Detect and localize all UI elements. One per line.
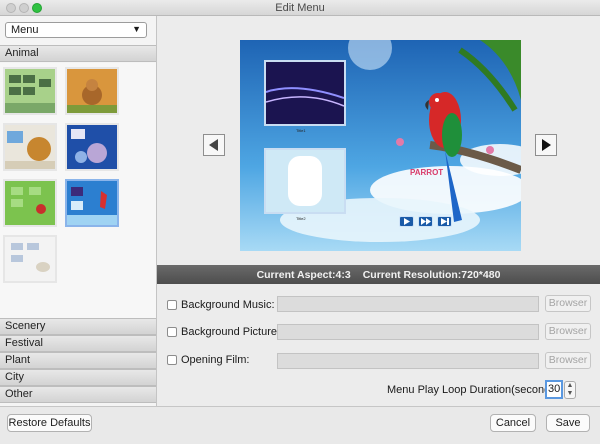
next-template-button[interactable]: [535, 134, 557, 156]
chapter-preview-image: [266, 150, 344, 212]
background-music-browse-button[interactable]: Browser: [545, 295, 591, 312]
opening-film-row: Opening Film:: [167, 352, 249, 368]
cancel-button[interactable]: Cancel: [490, 414, 536, 432]
template-preview-image: [67, 181, 117, 225]
save-button[interactable]: Save: [546, 414, 590, 432]
chapter-caption-2: Title2: [296, 216, 306, 221]
chapter-thumbnail-1[interactable]: [264, 60, 346, 126]
aspect-resolution-bar: Current Aspect:4:3 Current Resolution:72…: [157, 265, 600, 284]
template-thumbnail[interactable]: [3, 123, 57, 171]
category-other[interactable]: Other: [0, 386, 156, 403]
chapter-preview-image: [265, 62, 345, 124]
arrow-left-icon: [209, 139, 218, 151]
template-thumbnail[interactable]: [65, 123, 119, 171]
background-picture-browse-button[interactable]: Browser: [545, 323, 591, 340]
opening-film-checkbox[interactable]: [167, 355, 177, 365]
menu-options-panel: Background Music: Browser Background Pic…: [157, 284, 600, 406]
category-animal[interactable]: Animal: [0, 45, 156, 62]
background-picture-row: Background Picture:: [167, 324, 280, 340]
template-thumbnail[interactable]: [3, 67, 57, 115]
template-preview-image: [67, 125, 117, 169]
background-music-checkbox[interactable]: [167, 300, 177, 310]
background-picture-label: Background Picture:: [181, 326, 281, 338]
dropdown-arrow-icon: ▼: [132, 24, 141, 34]
background-music-path-field: [277, 296, 539, 312]
background-music-row: Background Music:: [167, 297, 275, 313]
loop-duration-label: Menu Play Loop Duration(seconds):: [387, 384, 563, 396]
current-resolution: Current Resolution:720*480: [362, 268, 501, 281]
opening-film-browse-button[interactable]: Browser: [545, 352, 591, 369]
stepper-up-icon[interactable]: ▲: [565, 382, 575, 390]
template-thumbnail-grid: [0, 63, 156, 318]
template-preview-image: [5, 69, 55, 113]
title-bar: Edit Menu: [0, 0, 600, 16]
chapter-thumbnail-2[interactable]: [264, 148, 346, 214]
category-festival[interactable]: Festival: [0, 335, 156, 352]
template-preview-image: [67, 69, 117, 113]
play-icon: [404, 218, 410, 225]
opening-film-label: Opening Film:: [181, 354, 250, 366]
menu-title-text: PARROT: [410, 168, 444, 177]
template-thumbnail[interactable]: [3, 179, 57, 227]
chapter-caption-1: Title1: [296, 128, 306, 133]
preview-skip-forward-button[interactable]: [437, 216, 452, 227]
dialog-footer: Restore Defaults Cancel Save: [0, 406, 600, 444]
current-aspect: Current Aspect:4:3: [256, 268, 351, 281]
fast-forward-icon: [421, 218, 431, 225]
loop-duration-stepper[interactable]: ▲ ▼: [564, 381, 576, 399]
stepper-down-icon[interactable]: ▼: [565, 390, 575, 398]
window-title: Edit Menu: [275, 2, 325, 14]
background-picture-path-field: [277, 324, 539, 340]
preview-play-button[interactable]: [399, 216, 414, 227]
restore-defaults-button[interactable]: Restore Defaults: [7, 414, 92, 432]
template-thumbnail-selected[interactable]: [65, 179, 119, 227]
template-type-dropdown[interactable]: Menu ▼: [5, 22, 147, 38]
opening-film-path-field: [277, 353, 539, 369]
menu-preview-canvas: Title1 Title2 PARROT: [240, 40, 521, 251]
template-sidebar: Menu ▼ Animal Scenery Festival Plant Cit…: [0, 16, 157, 406]
template-thumbnail[interactable]: [65, 67, 119, 115]
category-scenery[interactable]: Scenery: [0, 318, 156, 335]
arrow-right-icon: [542, 139, 551, 151]
skip-forward-icon: [441, 218, 449, 225]
preview-fast-forward-button[interactable]: [418, 216, 433, 227]
template-preview-image: [5, 125, 55, 169]
template-thumbnail[interactable]: [3, 235, 57, 283]
category-city[interactable]: City: [0, 369, 156, 386]
background-picture-checkbox[interactable]: [167, 327, 177, 337]
previous-template-button[interactable]: [203, 134, 225, 156]
background-music-label: Background Music:: [181, 299, 275, 311]
menu-preview-area: Title1 Title2 PARROT: [157, 16, 600, 265]
category-plant[interactable]: Plant: [0, 352, 156, 369]
loop-duration-input[interactable]: 30: [545, 380, 563, 399]
template-preview-image: [5, 237, 55, 281]
template-preview-image: [5, 181, 55, 225]
template-type-value: Menu: [11, 24, 39, 36]
